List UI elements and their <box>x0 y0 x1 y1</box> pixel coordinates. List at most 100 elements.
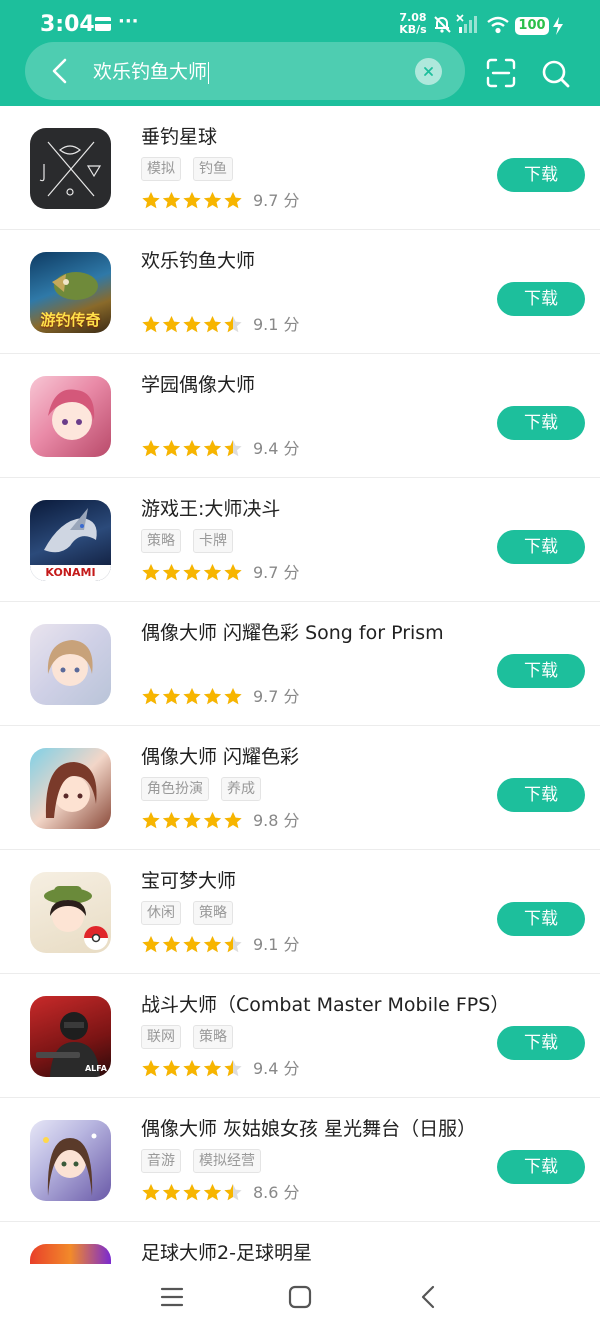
anime-girl-artwork-icon <box>47 640 93 686</box>
app-icon[interactable] <box>30 748 111 829</box>
wifi-icon <box>487 16 509 34</box>
app-icon[interactable] <box>30 624 111 705</box>
rating-stars <box>142 1060 242 1077</box>
app-row[interactable]: 偶像大师 灰姑娘女孩 星光舞台（日服） 音游 模拟经营 8.6 分 下载 <box>0 1098 600 1222</box>
rating-stars <box>142 936 242 953</box>
download-button[interactable]: 下载 <box>497 282 585 316</box>
app-name: 游戏王:大师决斗 <box>141 498 281 520</box>
download-button[interactable]: 下载 <box>497 530 585 564</box>
back-arrow-icon[interactable] <box>45 55 75 87</box>
app-row[interactable]: 游钓传奇 欢乐钓鱼大师 9.1 分 下载 <box>0 230 600 354</box>
app-name: 偶像大师 灰姑娘女孩 星光舞台（日服） <box>141 1118 477 1140</box>
home-square-icon[interactable] <box>288 1284 312 1310</box>
score-value: 9.1 <box>253 315 279 334</box>
star-icon <box>162 316 181 333</box>
score-value: 9.7 <box>253 191 279 210</box>
star-icon <box>142 688 160 705</box>
clear-icon[interactable] <box>415 58 442 85</box>
star-icon <box>224 1184 242 1201</box>
app-tag: 音游 <box>141 1149 181 1173</box>
star-icon <box>162 1184 181 1201</box>
star-icon <box>142 192 160 209</box>
app-tags: 休闲 策略 <box>141 901 245 925</box>
status-time: 3:04 <box>40 12 95 37</box>
star-icon <box>203 936 222 953</box>
star-icon <box>142 936 160 953</box>
app-name: 欢乐钓鱼大师 <box>141 250 256 272</box>
search-input[interactable]: 欢乐钓鱼大师 <box>93 57 210 84</box>
app-row[interactable]: 垂钓星球 模拟 钓鱼 9.7 分 下载 <box>0 106 600 230</box>
app-tags: 联网 策略 <box>141 1025 245 1049</box>
star-icon <box>224 316 242 333</box>
scan-icon[interactable] <box>486 58 516 88</box>
star-icon <box>224 564 242 581</box>
score-value: 9.1 <box>253 935 279 954</box>
app-row[interactable]: ALFA 战斗大师（Combat Master Mobile FPS） 联网 策… <box>0 974 600 1098</box>
app-tags: 角色扮演 养成 <box>141 777 273 801</box>
menu-icon[interactable] <box>160 1284 184 1310</box>
download-button[interactable]: 下载 <box>497 406 585 440</box>
app-row[interactable]: 偶像大师 闪耀色彩 角色扮演 养成 9.8 分 下载 <box>0 726 600 850</box>
app-icon[interactable]: 游钓传奇 <box>30 252 111 333</box>
star-icon <box>183 564 201 581</box>
star-icon <box>224 192 242 209</box>
app-icon[interactable]: KONAMI <box>30 500 111 581</box>
app-tags: 音游 模拟经营 <box>141 1149 273 1173</box>
star-icon <box>162 192 181 209</box>
star-icon <box>203 1060 222 1077</box>
app-row[interactable]: 学园偶像大师 9.4 分 下载 <box>0 354 600 478</box>
score-unit: 分 <box>283 563 300 582</box>
star-icon <box>203 1184 222 1201</box>
app-rating: 8.6 分 <box>141 1182 300 1206</box>
star-icon <box>162 936 181 953</box>
back-triangle-icon[interactable] <box>418 1284 438 1310</box>
star-icon <box>162 1060 181 1077</box>
download-button[interactable]: 下载 <box>497 902 585 936</box>
app-rating: 9.1 分 <box>141 934 300 958</box>
app-tags: 策略 卡牌 <box>141 529 245 553</box>
battery-icon: 100 <box>515 17 549 35</box>
app-icon[interactable] <box>30 872 111 953</box>
download-button[interactable]: 下载 <box>497 778 585 812</box>
star-icon <box>224 440 242 457</box>
app-tag: 养成 <box>221 777 261 801</box>
app-name: 偶像大师 闪耀色彩 <box>141 746 300 768</box>
star-icon <box>183 812 201 829</box>
download-button[interactable]: 下载 <box>497 1150 585 1184</box>
app-icon[interactable] <box>30 128 111 209</box>
app-tag: 联网 <box>141 1025 181 1049</box>
app-icon[interactable] <box>30 1120 111 1201</box>
search-icon[interactable] <box>540 58 572 90</box>
app-rating: 9.8 分 <box>141 810 300 834</box>
app-score: 9.7 分 <box>253 686 300 708</box>
app-icon[interactable] <box>30 376 111 457</box>
star-icon <box>203 440 222 457</box>
app-rating: 9.4 分 <box>141 438 300 462</box>
app-icon[interactable]: ALFA <box>30 996 111 1077</box>
notification-card-icon <box>95 17 111 31</box>
app-row[interactable]: 宝可梦大师 休闲 策略 9.1 分 下载 <box>0 850 600 974</box>
app-rating: 9.4 分 <box>141 1058 300 1082</box>
search-bar[interactable]: 欢乐钓鱼大师 <box>25 42 465 100</box>
status-bar: 3:04 ··· 7.08 KB/s 100 <box>0 0 600 44</box>
app-name: 战斗大师（Combat Master Mobile FPS） <box>141 994 510 1016</box>
search-results-list[interactable]: 垂钓星球 模拟 钓鱼 9.7 分 下载 游钓传奇 欢乐钓鱼大师 9.1 分 下载 <box>0 106 600 1264</box>
download-button[interactable]: 下载 <box>497 158 585 192</box>
app-row[interactable]: 偶像大师 闪耀色彩 Song for Prism 9.7 分 下载 <box>0 602 600 726</box>
app-row[interactable]: KONAMI 游戏王:大师决斗 策略 卡牌 9.7 分 下载 <box>0 478 600 602</box>
rating-stars <box>142 688 242 705</box>
star-icon <box>142 564 160 581</box>
star-icon <box>203 688 222 705</box>
app-icon[interactable] <box>30 1244 111 1264</box>
app-score: 8.6 分 <box>253 1182 300 1204</box>
rating-stars <box>142 812 242 829</box>
app-tag: 角色扮演 <box>141 777 209 801</box>
score-unit: 分 <box>283 1059 300 1078</box>
app-tag: 休闲 <box>141 901 181 925</box>
download-button[interactable]: 下载 <box>497 1026 585 1060</box>
status-more: ··· <box>118 11 139 32</box>
download-button[interactable]: 下载 <box>497 654 585 688</box>
app-row[interactable]: 足球大师2-足球明星 <box>0 1222 600 1264</box>
app-name: 学园偶像大师 <box>141 374 256 396</box>
system-nav-bar <box>0 1264 600 1333</box>
